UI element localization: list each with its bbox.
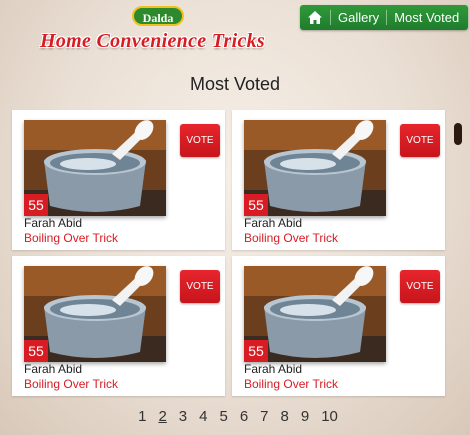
vote-count-badge: 55 bbox=[24, 194, 48, 216]
header: Dalda Home Convenience Tricks Gallery Mo… bbox=[0, 0, 470, 60]
entry-card: 55 VOTE Farah Abid Boiling Over Trick bbox=[12, 256, 225, 396]
page-link-5[interactable]: 5 bbox=[219, 408, 227, 425]
page-link-1[interactable]: 1 bbox=[138, 408, 146, 425]
entry-thumbnail[interactable]: 55 bbox=[24, 120, 166, 216]
entry-thumbnail[interactable]: 55 bbox=[24, 266, 166, 362]
entries-grid: 55 VOTE Farah Abid Boiling Over Trick 55… bbox=[12, 110, 446, 398]
entry-card: 55 VOTE Farah Abid Boiling Over Trick bbox=[232, 256, 445, 396]
page-link-4[interactable]: 4 bbox=[199, 408, 207, 425]
entry-author: Farah Abid bbox=[24, 362, 83, 376]
entry-card: 55 VOTE Farah Abid Boiling Over Trick bbox=[12, 110, 225, 250]
entry-trick-title[interactable]: Boiling Over Trick bbox=[24, 231, 118, 245]
brand-logo[interactable]: Dalda bbox=[132, 6, 184, 26]
vote-count-badge: 55 bbox=[244, 340, 268, 362]
entry-thumbnail[interactable]: 55 bbox=[244, 120, 386, 216]
home-icon bbox=[308, 11, 322, 24]
vote-button[interactable]: VOTE bbox=[180, 124, 220, 157]
site-title[interactable]: Home Convenience Tricks bbox=[40, 24, 280, 58]
entry-author: Farah Abid bbox=[24, 216, 83, 230]
nav-home-button[interactable] bbox=[300, 5, 330, 30]
entry-card: 55 VOTE Farah Abid Boiling Over Trick bbox=[232, 110, 445, 250]
vote-count-badge: 55 bbox=[24, 340, 48, 362]
scrollbar[interactable] bbox=[453, 113, 463, 383]
nav-link-most-voted[interactable]: Most Voted bbox=[387, 5, 466, 30]
brand-name: Dalda bbox=[142, 11, 174, 25]
page-link-3[interactable]: 3 bbox=[179, 408, 187, 425]
entry-trick-title[interactable]: Boiling Over Trick bbox=[244, 377, 338, 391]
entry-trick-title[interactable]: Boiling Over Trick bbox=[24, 377, 118, 391]
vote-button[interactable]: VOTE bbox=[400, 124, 440, 157]
nav-link-gallery[interactable]: Gallery bbox=[331, 5, 386, 30]
pagination: 1 2 3 4 5 6 7 8 9 10 bbox=[0, 408, 470, 425]
page-link-2-current[interactable]: 2 bbox=[158, 408, 166, 425]
vote-button[interactable]: VOTE bbox=[180, 270, 220, 303]
vote-count-badge: 55 bbox=[244, 194, 268, 216]
page-link-10[interactable]: 10 bbox=[321, 408, 338, 425]
page-title: Most Voted bbox=[189, 74, 281, 94]
scrollbar-thumb[interactable] bbox=[454, 123, 462, 145]
page-link-6[interactable]: 6 bbox=[240, 408, 248, 425]
entry-thumbnail[interactable]: 55 bbox=[244, 266, 386, 362]
entry-author: Farah Abid bbox=[244, 362, 303, 376]
vote-button[interactable]: VOTE bbox=[400, 270, 440, 303]
entry-trick-title[interactable]: Boiling Over Trick bbox=[244, 231, 338, 245]
entry-author: Farah Abid bbox=[244, 216, 303, 230]
top-navigation: Gallery Most Voted bbox=[300, 5, 468, 30]
page-link-7[interactable]: 7 bbox=[260, 408, 268, 425]
page-link-8[interactable]: 8 bbox=[281, 408, 289, 425]
page-link-9[interactable]: 9 bbox=[301, 408, 309, 425]
